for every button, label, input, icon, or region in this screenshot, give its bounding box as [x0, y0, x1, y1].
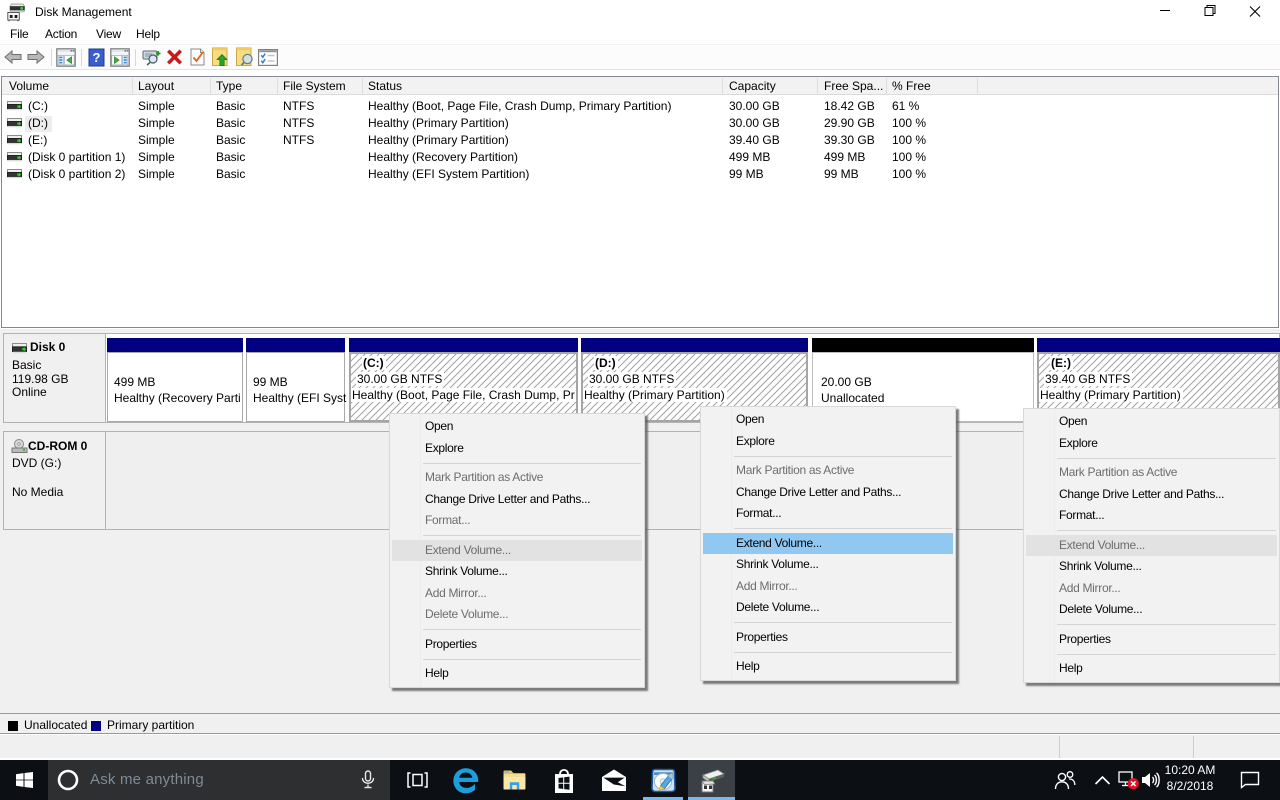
- svg-text:?: ?: [93, 50, 101, 65]
